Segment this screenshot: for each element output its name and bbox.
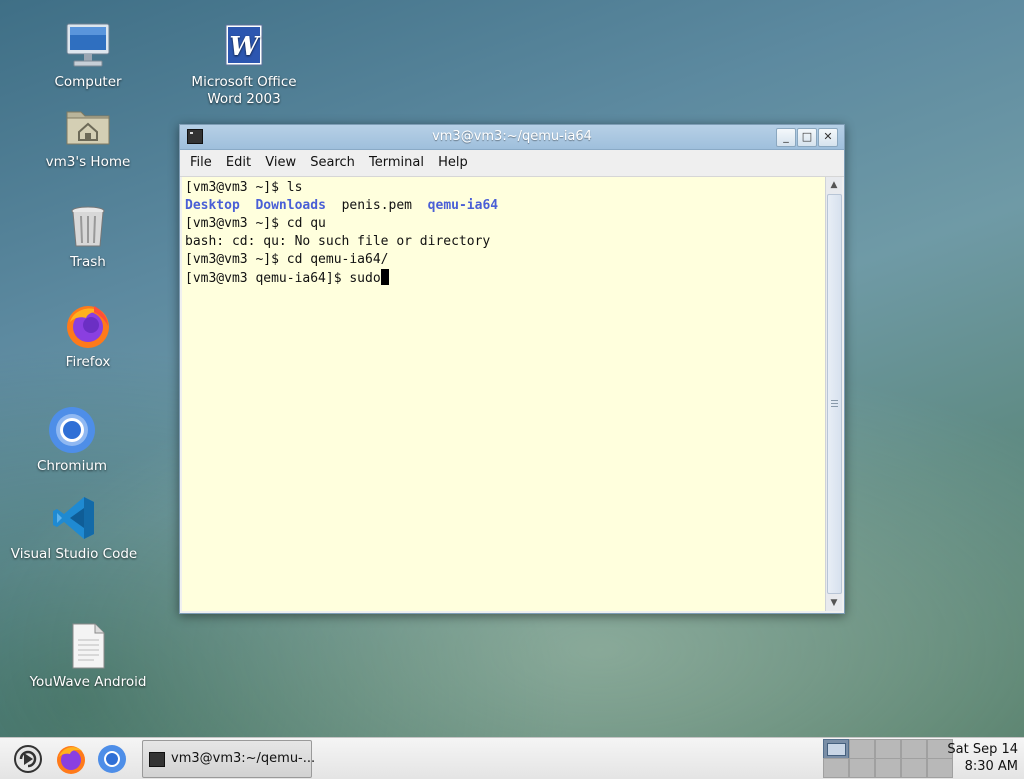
chromium-launcher-icon[interactable] (96, 743, 126, 773)
workspace-6[interactable] (823, 758, 849, 778)
workspace-8[interactable] (875, 758, 901, 778)
menu-view[interactable]: View (261, 150, 300, 170)
ls-output-line: Desktop Downloads penis.pem qemu-ia64 (185, 197, 823, 215)
scroll-thumb[interactable] (827, 194, 842, 594)
taskbar-terminal-task[interactable]: vm3@vm3:~/qemu-... (142, 740, 316, 778)
firefox-icon (64, 302, 112, 350)
workspace-4[interactable] (901, 739, 927, 759)
terminal-window[interactable]: vm3@vm3:~/qemu-ia64 _ □ ✕ File Edit View… (179, 124, 845, 614)
workspace-3[interactable] (875, 739, 901, 759)
desktop-icon-trash[interactable]: Trash (13, 202, 163, 271)
desktop-icon-word[interactable]: W Microsoft Office Word 2003 (169, 22, 319, 108)
desktop-icon-label: Computer (54, 74, 122, 90)
menu-help[interactable]: Help (434, 150, 472, 170)
desktop-icon-home[interactable]: vm3's Home (13, 102, 163, 171)
computer-icon (64, 22, 112, 70)
menu-terminal[interactable]: Terminal (365, 150, 428, 170)
desktop-icon-label: Firefox (65, 354, 111, 370)
text-cursor (380, 269, 389, 285)
desktop-icon-label: YouWave Android (29, 674, 147, 690)
system-menu-icon[interactable] (12, 743, 42, 773)
workspace-7[interactable] (849, 758, 875, 778)
desktop-icon-label: Trash (70, 254, 106, 270)
ls-dir-downloads: Downloads (255, 198, 326, 213)
desktop-icon-label: Microsoft Office Word 2003 (191, 74, 297, 107)
svg-text:W: W (229, 32, 261, 62)
terminal-error-line: bash: cd: qu: No such file or directory (185, 234, 491, 249)
ls-dir-desktop: Desktop (185, 198, 240, 213)
desktop-icon-label: vm3's Home (45, 154, 131, 170)
menu-search[interactable]: Search (306, 150, 359, 170)
ls-dir-qemu: qemu-ia64 (427, 198, 499, 213)
trash-icon (64, 202, 112, 250)
menu-edit[interactable]: Edit (222, 150, 255, 170)
terminal-output[interactable]: [vm3@vm3 ~]$ ls Desktop Downloads penis.… (182, 177, 826, 611)
chromium-icon (48, 406, 96, 454)
document-file-icon (64, 622, 112, 670)
desktop-icon-computer[interactable]: Computer (13, 22, 163, 91)
vertical-scrollbar[interactable]: ▲ ▼ (825, 177, 842, 611)
terminal-line: [vm3@vm3 ~]$ cd qu (185, 216, 326, 231)
clock-date: Sat Sep 14 (947, 742, 1018, 757)
home-folder-icon (64, 102, 112, 150)
menubar: File Edit View Search Terminal Help (180, 150, 844, 177)
terminal-icon (149, 752, 165, 767)
word-document-icon: W (220, 22, 268, 70)
ls-file-pem: penis.pem (341, 198, 413, 213)
desktop-icon-vscode[interactable]: Visual Studio Code (0, 494, 149, 563)
desktop-icon-chromium[interactable]: Chromium (0, 406, 147, 475)
window-title: vm3@vm3:~/qemu-ia64 (432, 129, 592, 144)
minimize-button[interactable]: _ (776, 128, 796, 147)
clock[interactable]: Sat Sep 14 8:30 AM (947, 741, 1018, 775)
firefox-launcher-icon[interactable] (55, 743, 85, 774)
taskbar: vm3@vm3:~/qemu-... Sat Sep 14 8:30 AM (0, 737, 1024, 779)
close-button[interactable]: ✕ (818, 128, 838, 147)
vscode-icon (50, 494, 98, 542)
terminal-line: [vm3@vm3 ~]$ ls (185, 180, 303, 195)
current-command: [vm3@vm3 qemu-ia64]$ sudo (185, 271, 381, 286)
clock-time: 8:30 AM (964, 759, 1018, 774)
scroll-down-arrow-icon[interactable]: ▼ (826, 595, 842, 611)
window-titlebar[interactable]: vm3@vm3:~/qemu-ia64 _ □ ✕ (180, 125, 844, 150)
desktop-icon-youwave[interactable]: YouWave Android (13, 622, 163, 691)
terminal-prompt-line: [vm3@vm3 qemu-ia64]$ sudo (185, 269, 823, 288)
workspace-1[interactable] (823, 739, 849, 759)
desktop-icon-firefox[interactable]: Firefox (13, 302, 163, 371)
workspace-2[interactable] (849, 739, 875, 759)
workspace-9[interactable] (901, 758, 927, 778)
desktop-icon-label: Chromium (36, 458, 108, 474)
maximize-button[interactable]: □ (797, 128, 817, 147)
desktop-icon-label: Visual Studio Code (10, 546, 138, 562)
terminal-line: [vm3@vm3 ~]$ cd qemu-ia64/ (185, 252, 389, 267)
scroll-up-arrow-icon[interactable]: ▲ (826, 177, 842, 193)
workspace-pager[interactable] (823, 739, 953, 778)
menu-file[interactable]: File (186, 150, 216, 170)
task-label: vm3@vm3:~/qemu-... (171, 751, 316, 766)
